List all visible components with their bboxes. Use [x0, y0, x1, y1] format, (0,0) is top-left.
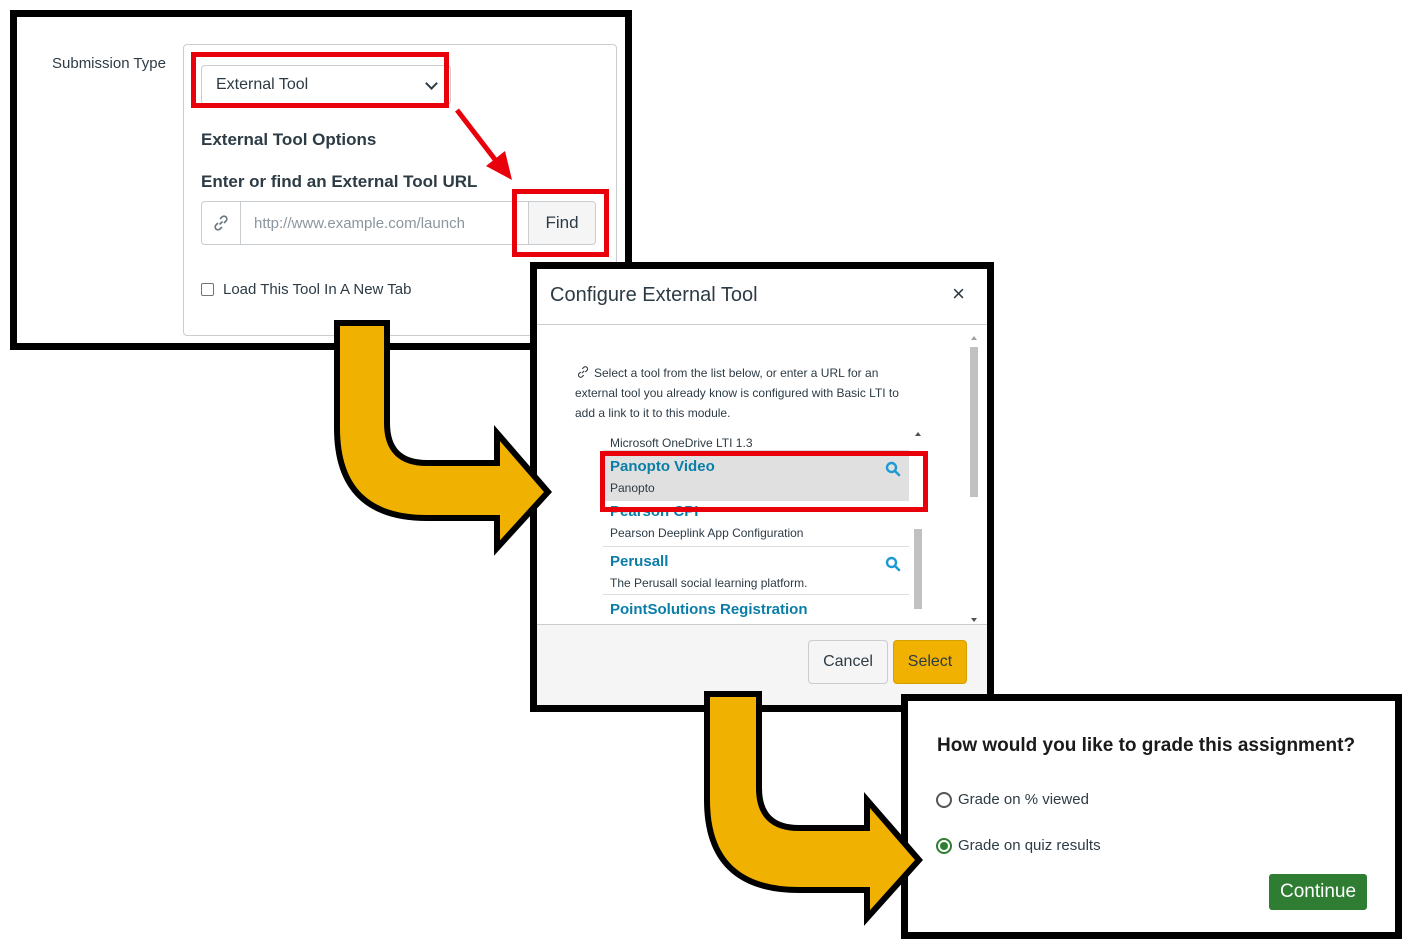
modal-body: Select a tool from the list below, or en…	[537, 325, 987, 631]
cancel-button[interactable]: Cancel	[808, 640, 888, 684]
select-button[interactable]: Select	[893, 640, 967, 684]
tool-description: Pearson Deeplink App Configuration	[610, 526, 804, 540]
modal-scroll-thumb[interactable]	[970, 347, 978, 497]
gold-arrow-icon	[334, 320, 553, 556]
modal-title: Configure External Tool	[550, 284, 758, 306]
chevron-down-icon	[425, 76, 438, 90]
tool-description: The Perusall social learning platform.	[610, 576, 808, 590]
link-icon	[577, 366, 589, 378]
configure-external-tool-modal: Configure External Tool × Select a tool …	[530, 262, 994, 712]
tool-name: Microsoft OneDrive LTI 1.3	[610, 436, 753, 450]
submission-type-label: Submission Type	[52, 55, 166, 72]
modal-header: Configure External Tool ×	[537, 269, 987, 325]
find-button[interactable]: Find	[528, 201, 596, 245]
modal-footer: Cancel Select	[537, 624, 987, 705]
new-tab-checkbox-row[interactable]: Load This Tool In A New Tab	[201, 281, 411, 298]
url-input-group	[201, 201, 531, 245]
tool-item-panopto-video[interactable]: Panopto Video Panopto	[603, 453, 909, 501]
tool-item-pearson-cpi[interactable]: Pearson CPI Pearson Deeplink App Configu…	[603, 501, 909, 547]
grading-options-panel: How would you like to grade this assignm…	[901, 694, 1402, 939]
tool-item-microsoft-onedrive[interactable]: Microsoft OneDrive LTI 1.3	[603, 427, 909, 451]
external-tool-url-input[interactable]	[241, 202, 530, 244]
external-tool-url-heading: Enter or find an External Tool URL	[201, 172, 478, 191]
tool-item-perusall[interactable]: Perusall The Perusall social learning pl…	[603, 548, 909, 595]
grading-question: How would you like to grade this assignm…	[937, 735, 1356, 756]
tool-name: Pearson CPI	[610, 503, 699, 520]
new-tab-checkbox[interactable]	[201, 283, 214, 296]
continue-button[interactable]: Continue	[1269, 874, 1367, 910]
tool-name: PointSolutions Registration	[610, 601, 808, 618]
search-icon[interactable]	[885, 556, 901, 572]
modal-instructions: Select a tool from the list below, or en…	[575, 363, 915, 423]
external-tool-options-heading: External Tool Options	[201, 130, 377, 149]
tool-list: Microsoft OneDrive LTI 1.3 Panopto Video…	[603, 427, 923, 627]
tool-description: Panopto	[610, 481, 655, 495]
grade-option-quiz[interactable]: Grade on quiz results	[936, 837, 1101, 854]
tool-list-scrollbar[interactable]	[913, 427, 923, 627]
tool-name: Panopto Video	[610, 458, 715, 475]
radio-button-checked[interactable]	[936, 837, 952, 854]
new-tab-label: Load This Tool In A New Tab	[223, 281, 412, 298]
search-icon[interactable]	[885, 461, 901, 477]
submission-type-value: External Tool	[216, 76, 309, 93]
tool-name: Perusall	[610, 553, 669, 570]
tool-item-pointsolutions[interactable]: PointSolutions Registration	[603, 596, 909, 626]
grade-option-label: Grade on % viewed	[958, 791, 1089, 808]
gold-arrow-icon	[704, 691, 923, 926]
submission-type-select[interactable]: External Tool	[201, 65, 451, 105]
link-icon	[202, 202, 241, 244]
grade-option-label: Grade on quiz results	[958, 837, 1101, 854]
tool-list-scroll-thumb[interactable]	[914, 529, 922, 609]
grade-option-viewed[interactable]: Grade on % viewed	[936, 791, 1089, 808]
close-icon[interactable]: ×	[952, 283, 965, 305]
radio-button[interactable]	[936, 791, 952, 808]
modal-instructions-text: Select a tool from the list below, or en…	[575, 366, 899, 420]
modal-scrollbar[interactable]	[969, 333, 979, 625]
